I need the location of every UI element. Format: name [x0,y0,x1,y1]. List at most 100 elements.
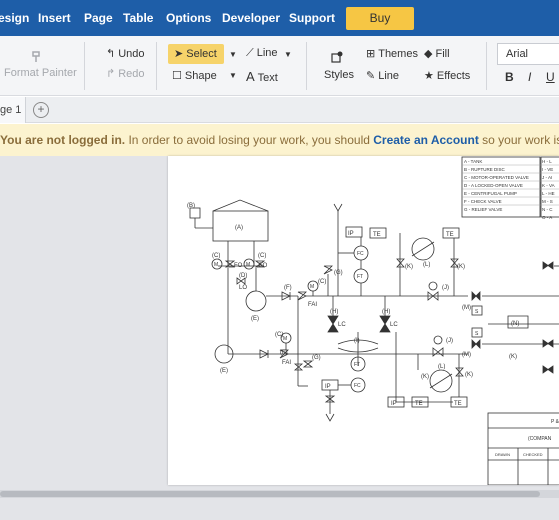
menu-options[interactable]: Options [166,11,211,25]
line-tool-button[interactable]: ⟋ Line [246,47,278,60]
scrollbar-thumb[interactable] [0,491,540,497]
label-g: (G) [312,355,321,361]
label-k: (K) [509,354,517,360]
legend-item: O - A [542,215,552,220]
label-ft: FT [354,362,360,368]
underline-button[interactable]: U [546,70,555,84]
legend-item: N - C [542,207,553,212]
legend-item: L - HE [542,191,555,196]
title-block-checked: CHECKED [523,452,543,457]
buy-button[interactable]: Buy [346,7,414,30]
menu-developer[interactable]: Developer [222,11,280,25]
warning-text: In order to avoid losing your work, you … [125,133,374,147]
shape-tool-button[interactable]: ☐ Shape [172,69,217,82]
label-te: TE [446,232,454,238]
pencil-icon: ✎ [366,70,376,82]
toolbar-divider [306,42,307,90]
label-ip: IP [391,401,397,407]
fill-label: Fill [435,48,450,60]
label-fai: FAI [282,360,291,366]
label-f: (F) [284,285,292,291]
label-te: TE [454,401,462,407]
create-account-link[interactable]: Create an Account [373,133,479,147]
label-c: (C) [258,253,266,259]
toolbar-divider [156,42,157,90]
label-m: (M) [462,305,471,311]
add-page-icon[interactable]: + [33,102,49,118]
login-warning-banner: You are not logged in. In order to avoid… [0,124,559,156]
legend-item: A - TANK [464,159,482,164]
workspace: A - TANK B - RUPTURE DISC C - MOTOR-OPER… [0,156,559,520]
toolbar-divider [486,42,487,90]
themes-button[interactable]: ⊞ Themes [366,47,418,60]
square-icon: ☐ [172,70,182,82]
drawing-canvas[interactable]: A - TANK B - RUPTURE DISC C - MOTOR-OPER… [168,156,559,486]
themes-label: Themes [378,48,418,60]
select-label: Select [186,48,217,60]
label-m: M [246,262,250,268]
menu-bar: esign Insert Page Table Options Develope… [0,0,559,36]
label-lc: LC [338,322,346,328]
label-ip: IP [325,384,331,390]
format-painter-icon [32,51,40,62]
label-c: (C) [212,253,220,259]
label-e: (E) [220,368,228,374]
label-l: (L) [423,262,430,268]
label-lo: LO [239,285,247,291]
format-painter-button[interactable]: Format Painter [4,67,77,79]
line-tool-icon: ⟋ [246,47,254,59]
line-style-label: Line [378,70,400,82]
star-icon: ★ [424,70,434,82]
legend-item: C - MOTOR-OPERATED VALVE [464,175,529,180]
legend-item: B - RUPTURE DISC [464,167,506,172]
italic-button[interactable]: I [528,70,531,84]
font-family-select[interactable]: Arial [497,43,559,65]
label-k: (K) [457,264,465,270]
redo-button[interactable]: ↱ Redo [106,67,145,80]
title-block-heading: P & [551,419,559,425]
horizontal-scrollbar[interactable] [0,490,559,498]
effects-button[interactable]: ★ Effects [424,69,470,82]
pump-e-upper [245,290,267,312]
legend-item: E - CENTRIFUGAL PUMP [464,191,517,196]
label-s: S [475,331,479,337]
label-fc: FC [357,251,364,257]
chevron-down-icon[interactable]: ▼ [229,71,237,80]
chevron-down-icon[interactable]: ▼ [229,50,237,59]
line-label: Line [256,47,278,59]
label-fo: FO [234,263,243,269]
page-tabs-bar: ge 1 + [0,97,559,123]
label-j: (J) [442,285,449,291]
undo-icon: ↰ [106,48,116,60]
warning-tail-text: so your work is saved p [482,133,559,147]
label-lc: LC [390,322,398,328]
chevron-down-icon[interactable]: ▼ [284,50,292,59]
label-k: (K) [465,372,473,378]
label-g: (G) [334,270,343,276]
menu-page[interactable]: Page [84,11,113,25]
fill-button[interactable]: ◆ Fill [424,47,450,60]
label-fc: FC [354,383,361,389]
text-tool-button[interactable]: A Text [246,69,278,84]
label-m: M [310,284,314,290]
legend-item: K - VA [542,183,555,188]
menu-support[interactable]: Support [289,11,335,25]
page-tab-1[interactable]: ge 1 [0,97,26,123]
menu-table[interactable]: Table [123,11,153,25]
warning-bold-text: You are not logged in. [0,133,126,147]
themes-icon: ⊞ [366,48,376,60]
label-te: TE [415,401,423,407]
select-tool-button[interactable]: ➤ Select [168,44,224,64]
undo-button[interactable]: ↰ Undo [106,47,145,60]
tank-roof [212,199,269,212]
line-style-button[interactable]: ✎ Line [366,69,399,82]
menu-insert[interactable]: Insert [38,11,71,25]
bold-button[interactable]: B [505,70,514,84]
label-h: (H) [330,309,338,315]
menu-design[interactable]: esign [0,11,29,25]
styles-button[interactable]: Styles [324,69,354,81]
label-d: (D) [239,273,247,279]
legend-item: D - A LOCKED-OPEN VALVE [464,183,523,188]
label-h: (H) [382,309,390,315]
label-k: (K) [405,264,413,270]
